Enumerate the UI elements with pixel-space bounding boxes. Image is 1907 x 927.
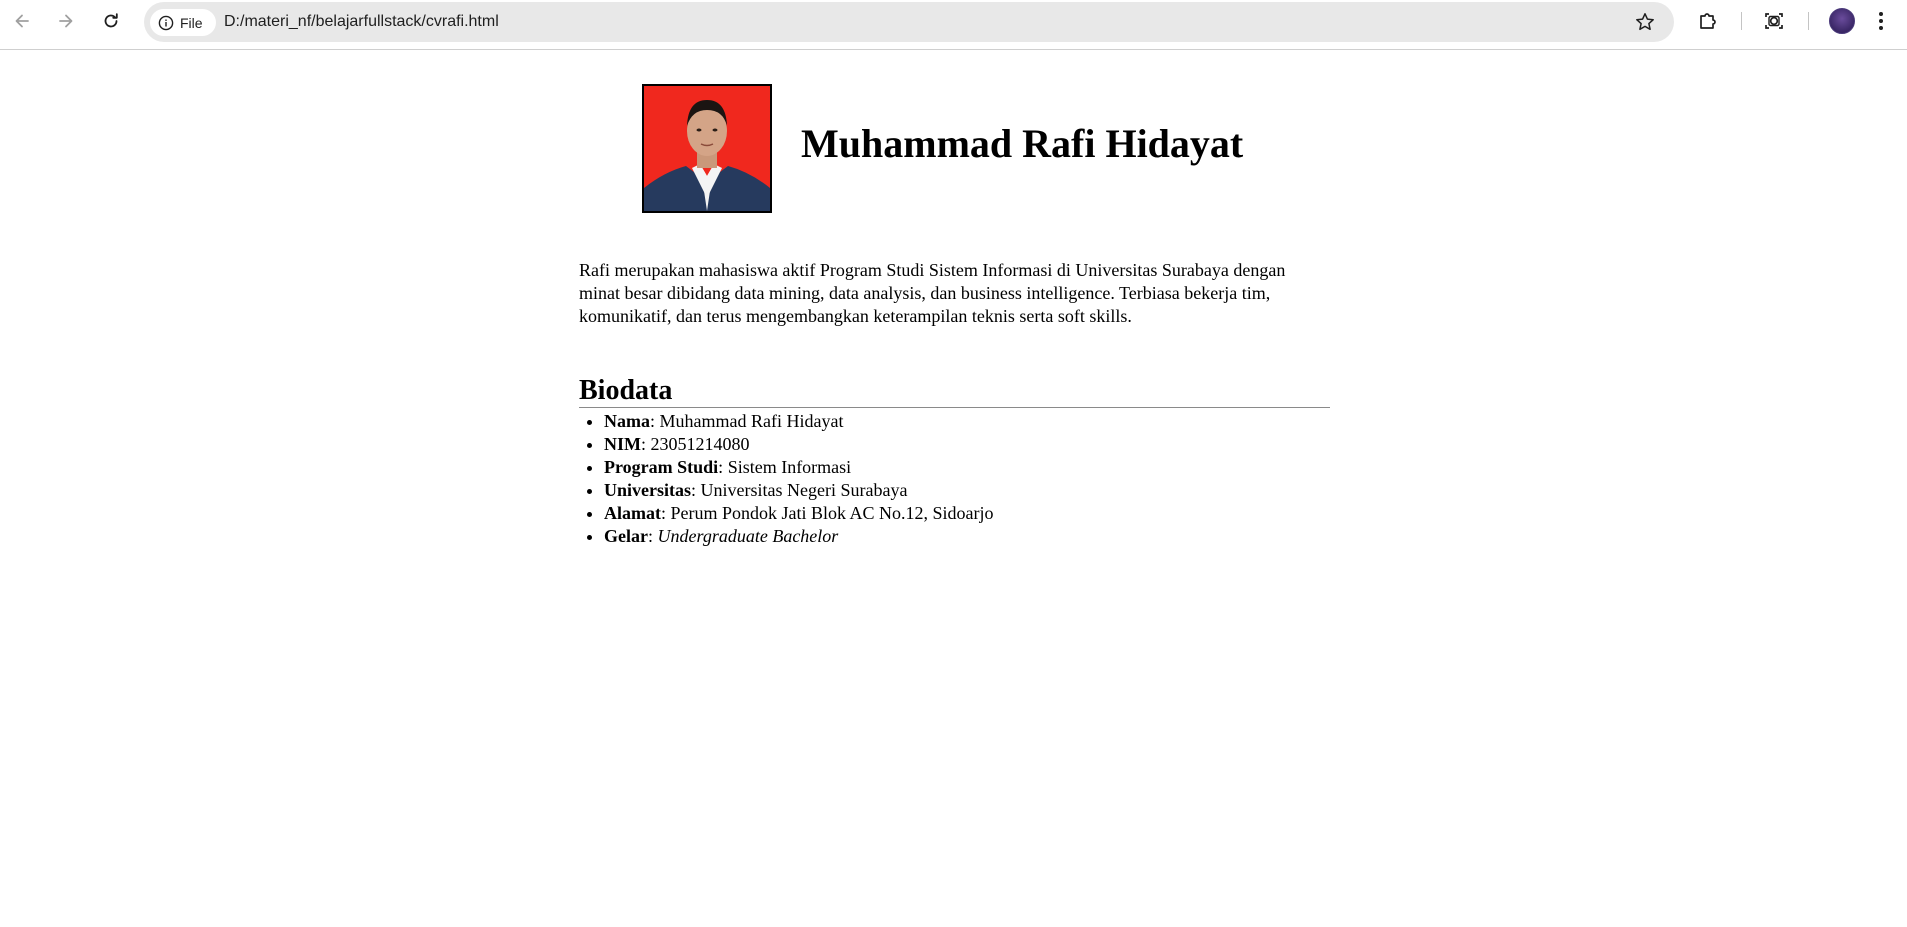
biodata-label: Gelar bbox=[604, 526, 648, 546]
reload-button[interactable] bbox=[95, 5, 127, 37]
separator: : bbox=[691, 480, 701, 500]
biodata-label: Program Studi bbox=[604, 457, 719, 477]
url-text[interactable]: D:/materi_nf/belajarfullstack/cvrafi.htm… bbox=[224, 13, 499, 31]
separator: : bbox=[641, 434, 651, 454]
reload-icon bbox=[104, 13, 118, 28]
lens-button[interactable] bbox=[1762, 9, 1786, 33]
star-icon[interactable] bbox=[1634, 11, 1656, 33]
three-dots-icon[interactable] bbox=[1873, 9, 1889, 33]
extensions-button[interactable] bbox=[1696, 9, 1720, 33]
biodata-value: Undergraduate Bachelor bbox=[657, 526, 839, 546]
biodata-value: Muhammad Rafi Hidayat bbox=[659, 411, 844, 431]
profile-photo bbox=[642, 84, 772, 213]
separator: : bbox=[647, 526, 658, 546]
list-item: Alamat: Perum Pondok Jati Blok AC No.12,… bbox=[604, 502, 994, 525]
arrow-left-icon bbox=[15, 14, 29, 28]
biodata-value: Sistem Informasi bbox=[727, 457, 852, 477]
biodata-label: Nama bbox=[604, 411, 650, 431]
separator: : bbox=[650, 411, 660, 431]
back-button[interactable] bbox=[6, 5, 38, 37]
toolbar-divider bbox=[1741, 12, 1742, 30]
forward-button[interactable] bbox=[50, 5, 82, 37]
biodata-heading: Biodata bbox=[579, 375, 1330, 408]
toolbar-divider bbox=[1808, 12, 1809, 30]
list-item: Program Studi: Sistem Informasi bbox=[604, 456, 994, 479]
list-item: Gelar: Undergraduate Bachelor bbox=[604, 525, 994, 548]
biodata-label: Universitas bbox=[604, 480, 691, 500]
page-title: Muhammad Rafi Hidayat bbox=[801, 121, 1244, 166]
profile-avatar[interactable] bbox=[1829, 8, 1855, 34]
biodata-value: Universitas Negeri Surabaya bbox=[700, 480, 908, 500]
info-icon bbox=[158, 15, 174, 30]
biodata-label: Alamat bbox=[604, 503, 661, 523]
camera-search-icon bbox=[1765, 13, 1783, 29]
arrow-right-icon bbox=[59, 14, 73, 28]
chip-label: File bbox=[180, 14, 203, 31]
address-bar[interactable]: File D:/materi_nf/belajarfullstack/cvraf… bbox=[144, 2, 1674, 42]
browser-toolbar: File D:/materi_nf/belajarfullstack/cvraf… bbox=[0, 0, 1907, 50]
biodata-list: Nama: Muhammad Rafi Hidayat NIM: 2305121… bbox=[579, 410, 994, 548]
list-item: Nama: Muhammad Rafi Hidayat bbox=[604, 410, 994, 433]
intro-paragraph: Rafi merupakan mahasiswa aktif Program S… bbox=[579, 260, 1286, 326]
biodata-value: Perum Pondok Jati Blok AC No.12, Sidoarj… bbox=[670, 503, 994, 523]
list-item: NIM: 23051214080 bbox=[604, 433, 994, 456]
site-info-chip[interactable]: File bbox=[150, 9, 216, 36]
person-photo bbox=[644, 86, 770, 211]
list-item: Universitas: Universitas Negeri Surabaya bbox=[604, 479, 994, 502]
biodata-value: 23051214080 bbox=[650, 434, 750, 454]
puzzle-icon bbox=[1700, 13, 1716, 29]
separator: : bbox=[661, 503, 671, 523]
separator: : bbox=[718, 457, 728, 477]
biodata-label: NIM bbox=[604, 434, 641, 454]
